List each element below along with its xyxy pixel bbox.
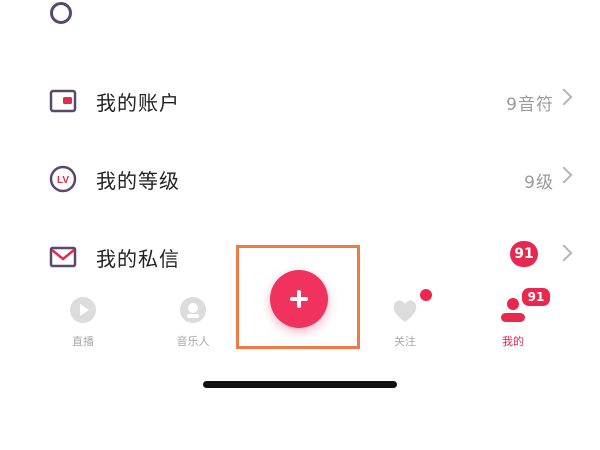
music-person-icon bbox=[180, 297, 206, 323]
menu-item-label: 我的私信 bbox=[96, 247, 180, 271]
menu-item-label: 我的等级 bbox=[96, 169, 180, 193]
menu-item-level[interactable]: LV 我的等级 9级 bbox=[0, 150, 600, 210]
lv-text: LV bbox=[57, 175, 69, 186]
tab-musician[interactable]: 音乐人 bbox=[158, 295, 228, 355]
notification-dot bbox=[420, 289, 432, 301]
lv-badge-icon: LV bbox=[49, 165, 77, 193]
wallet-icon bbox=[49, 89, 77, 113]
tab-label: 我的 bbox=[502, 335, 524, 348]
tab-label: 直播 bbox=[72, 335, 94, 348]
chevron-right-icon bbox=[555, 166, 573, 184]
menu-item-partial[interactable] bbox=[0, 0, 600, 34]
tab-follow[interactable]: 关注 bbox=[370, 289, 440, 355]
mail-icon bbox=[49, 246, 77, 268]
account-balance: 9音符 bbox=[506, 95, 554, 115]
chevron-right-icon bbox=[555, 244, 573, 262]
settings-icon bbox=[50, 2, 72, 24]
unread-badge: 91 bbox=[510, 241, 538, 267]
menu-item-label: 我的账户 bbox=[96, 91, 180, 115]
menu-item-account[interactable]: 我的账户 9音符 bbox=[0, 72, 600, 132]
tab-me[interactable]: 91 我的 bbox=[478, 286, 552, 355]
tab-label: 音乐人 bbox=[176, 335, 210, 348]
tab-label: 关注 bbox=[394, 335, 416, 348]
tab-badge: 91 bbox=[520, 286, 552, 308]
live-play-icon bbox=[70, 297, 96, 323]
chevron-right-icon bbox=[555, 88, 573, 106]
tab-live[interactable]: 直播 bbox=[48, 295, 118, 355]
highlight-box bbox=[236, 245, 360, 349]
level-value: 9级 bbox=[524, 173, 554, 193]
heart-icon bbox=[393, 300, 417, 322]
home-indicator bbox=[203, 381, 397, 388]
